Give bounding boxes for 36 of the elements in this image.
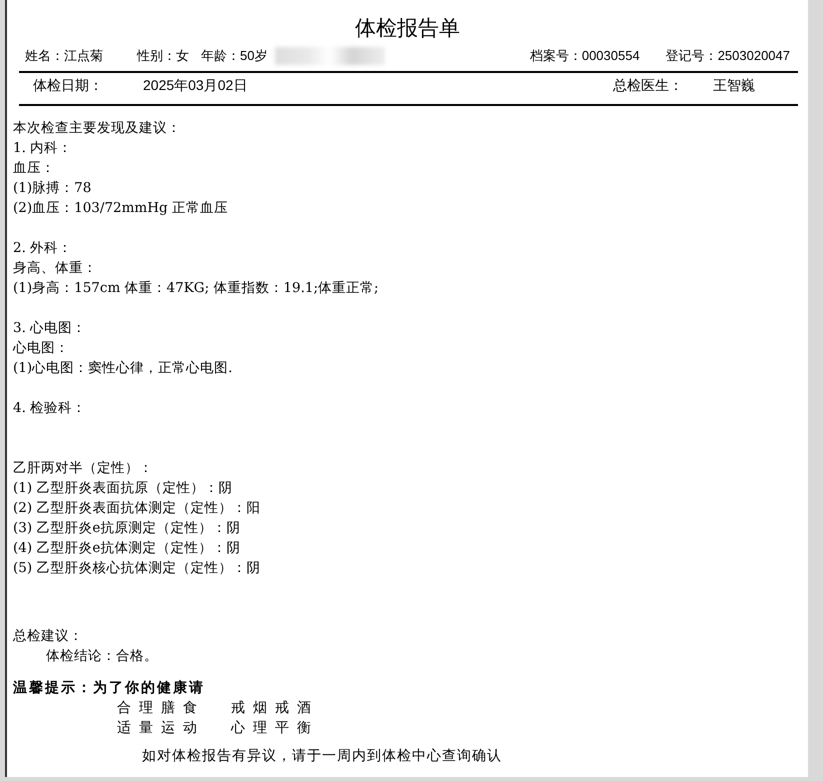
tips-heading: 温馨提示：为了你的健康请 <box>13 679 206 698</box>
section-title: 4. 检验科： <box>13 399 88 418</box>
exam-date-label: 体检日期： <box>33 77 104 95</box>
tip-text: 合理膳食 <box>117 699 205 718</box>
report-title: 体检报告单 <box>354 16 461 42</box>
section-title: 乙肝两对半（定性）： <box>13 459 154 478</box>
finding-line: (1)身高：157cm 体重：47KG; 体重指数：19.1;体重正常; <box>13 279 380 298</box>
advice-heading: 总检建议： <box>13 627 84 646</box>
patient-sex: 性别：女 <box>137 47 190 65</box>
patient-age: 年龄：50岁 <box>201 47 268 65</box>
finding-line: (1)心电图：窦性心律，正常心电图. <box>13 359 234 378</box>
section-title: 1. 内科： <box>13 139 74 158</box>
finding-line: (2)血压：103/72mmHg 正常血压 <box>13 199 229 218</box>
exam-date: 2025年03月02日 <box>143 77 248 95</box>
finding-line: (4) 乙型肝炎e抗体测定（定性）：阴 <box>13 539 242 558</box>
finding-line: 血压： <box>13 159 56 178</box>
findings-heading: 本次检查主要发现及建议： <box>13 119 182 138</box>
tip-text: 心理平衡 <box>231 719 319 738</box>
finding-line: (3) 乙型肝炎e抗原测定（定性）：阴 <box>13 519 242 538</box>
finding-line: 身高、体重： <box>13 259 98 278</box>
doctor-name: 王智巍 <box>713 77 756 95</box>
finding-line: (5) 乙型肝炎核心抗体测定（定性）：阴 <box>13 559 262 578</box>
section-title: 3. 心电图： <box>13 319 88 338</box>
footer-note: 如对体检报告有异议，请于一周内到体检中心查询确认 <box>141 747 503 766</box>
finding-line: (2) 乙型肝炎表面抗体测定（定性）：阳 <box>13 499 262 518</box>
registration-number: 登记号：2503020047 <box>666 47 790 65</box>
tip-text: 适量运动 <box>117 719 205 738</box>
patient-name: 姓名：江点菊 <box>25 47 104 65</box>
section-title: 2. 外科： <box>13 239 74 258</box>
finding-line: (1) 乙型肝炎表面抗原（定性）：阴 <box>13 479 234 498</box>
tip-text: 戒烟戒酒 <box>231 699 319 718</box>
finding-line: (1)脉搏：78 <box>13 179 92 198</box>
conclusion-text: 体检结论：合格。 <box>45 647 159 666</box>
file-number: 档案号：00030554 <box>530 47 640 65</box>
doctor-label: 总检医生： <box>613 77 684 95</box>
finding-line: 心电图： <box>13 339 70 358</box>
